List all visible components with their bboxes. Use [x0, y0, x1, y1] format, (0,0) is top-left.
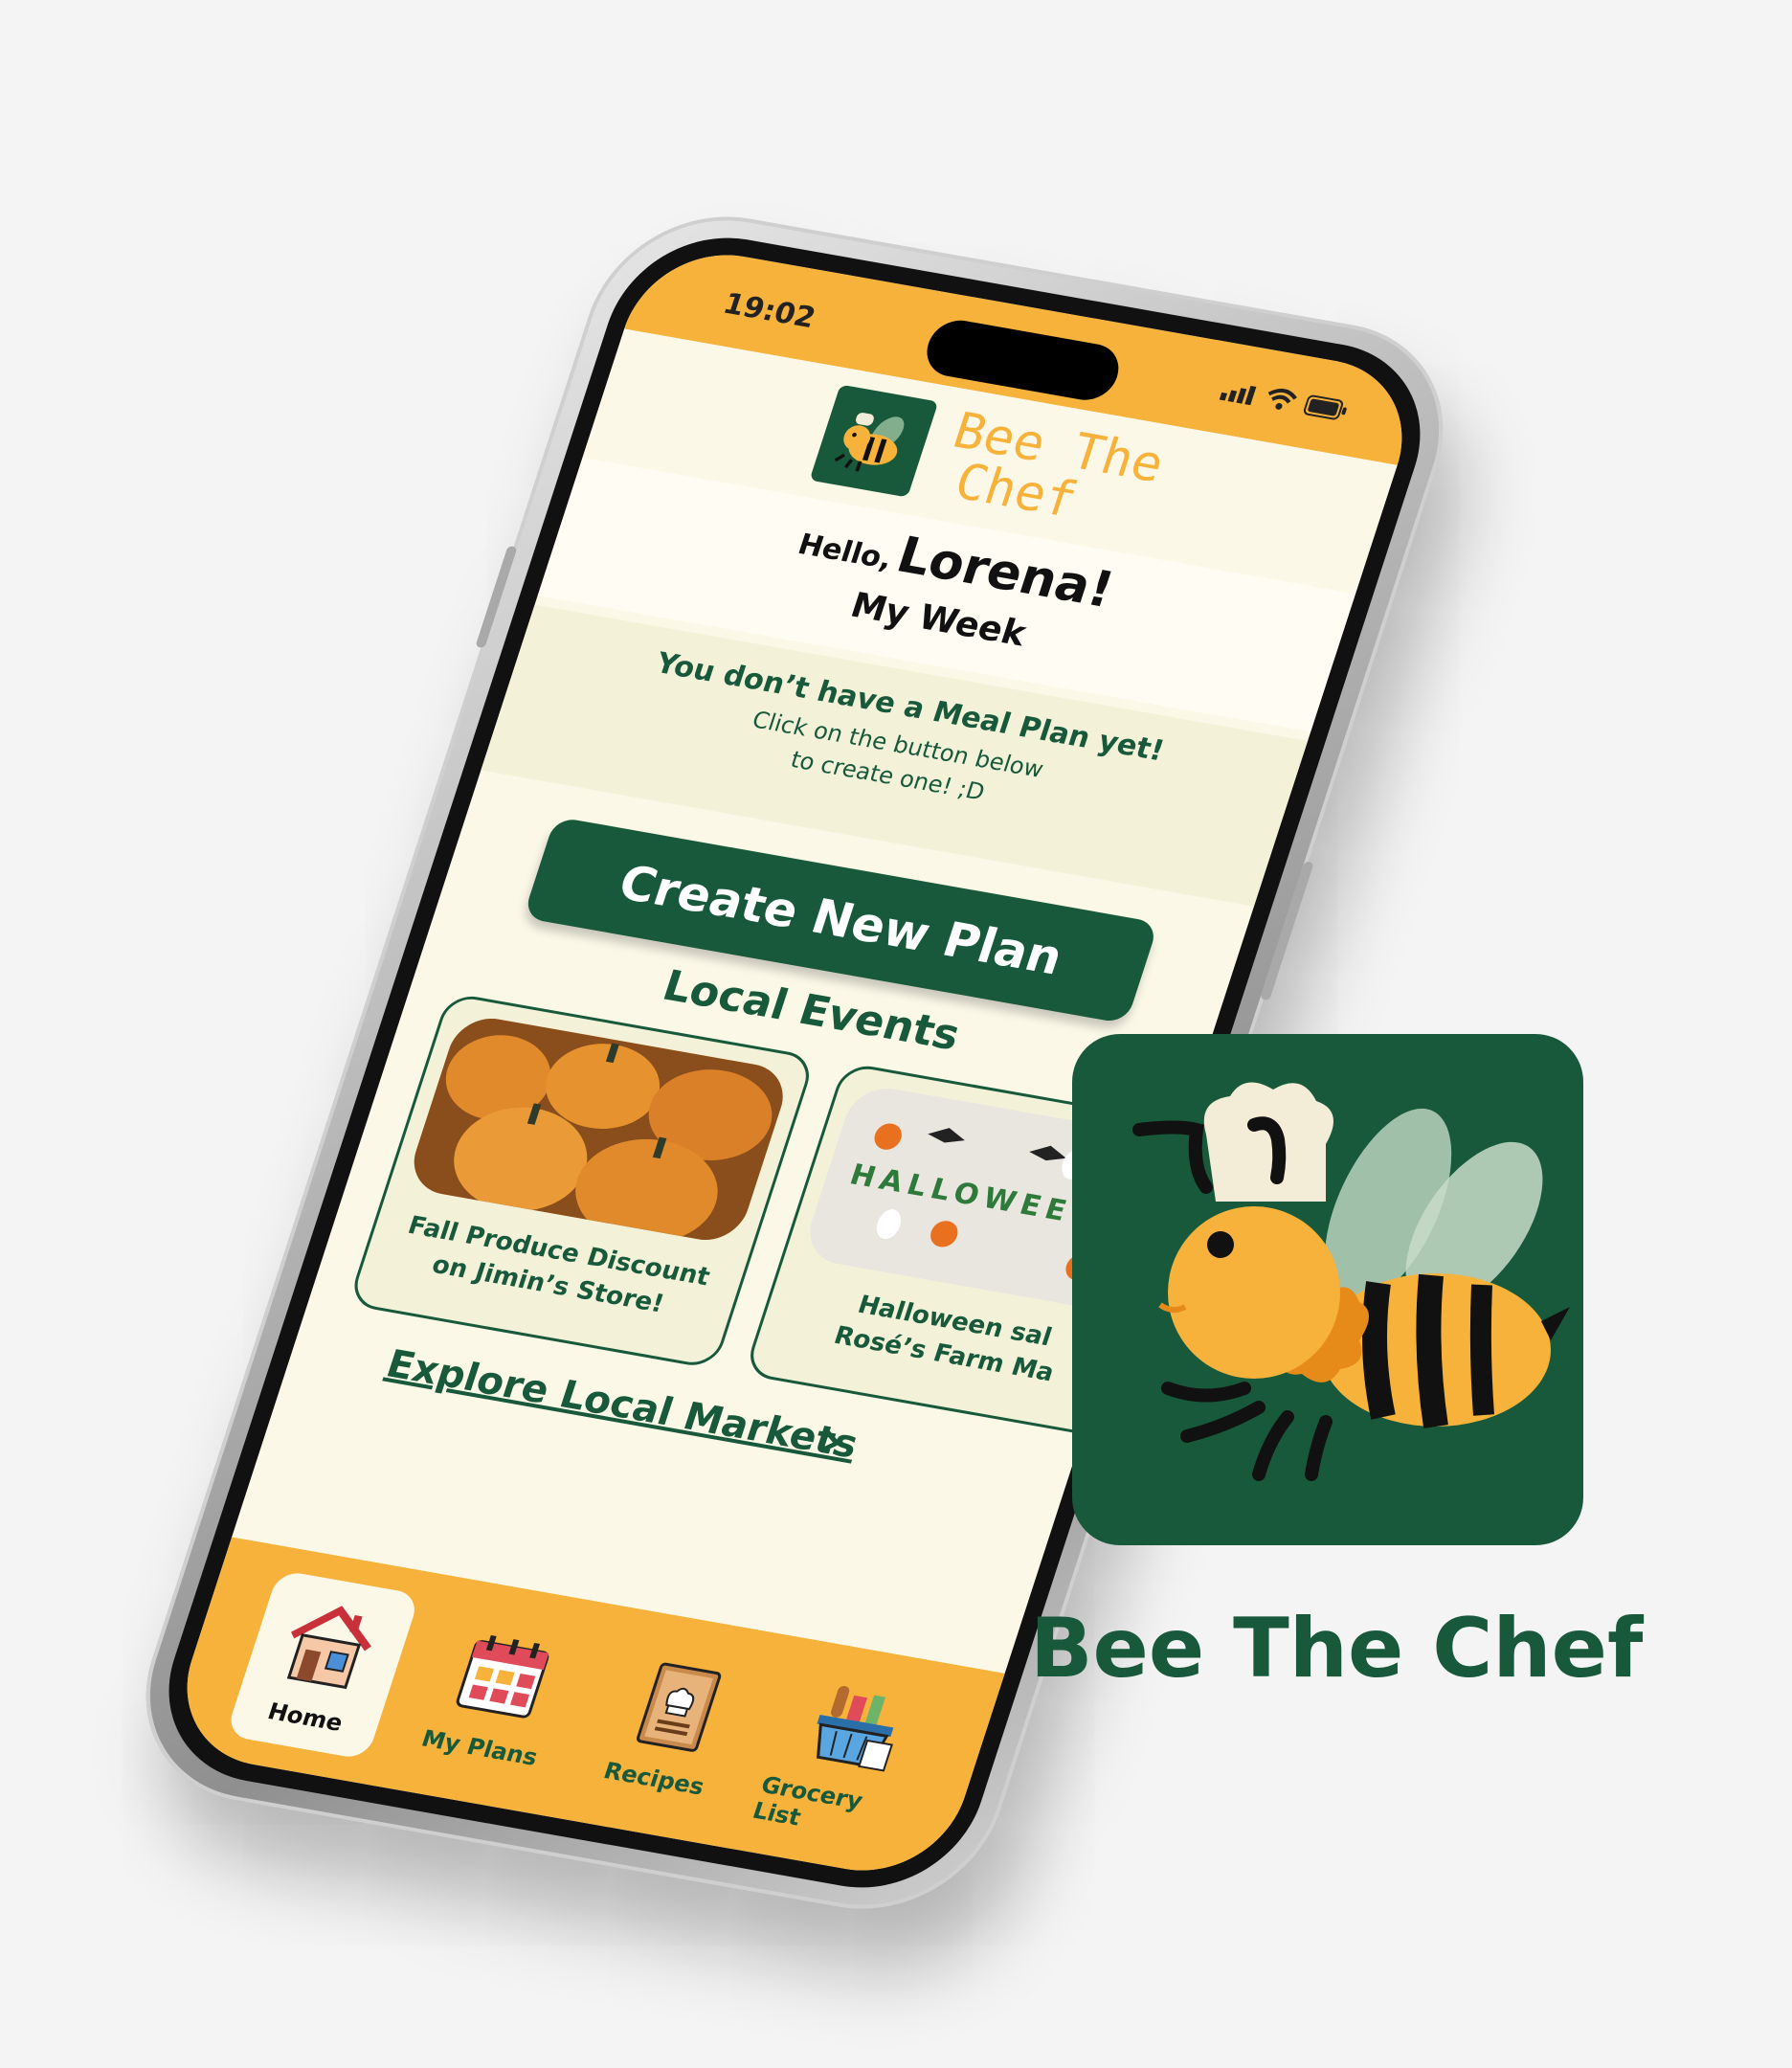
signal-icon	[1218, 379, 1260, 409]
tab-label: Grocery List	[749, 1771, 866, 1832]
header-title: Bee The Chef	[932, 402, 1172, 538]
status-time: 19:02	[719, 286, 820, 336]
greeting-hello: Hello,	[794, 528, 897, 576]
tab-grocery-list[interactable]: Grocery List	[748, 1662, 943, 1853]
bee-logo-icon[interactable]	[809, 384, 939, 498]
bee-chef-icon	[1132, 1082, 1570, 1481]
event-card[interactable]: Fall Produce Discount on Jimin’s Store!	[347, 992, 817, 1370]
pumpkins-image	[404, 1012, 794, 1247]
recipe-book-icon	[615, 1652, 740, 1765]
house-icon	[265, 1591, 391, 1703]
tab-recipes[interactable]: Recipes	[573, 1631, 769, 1822]
wifi-icon	[1261, 386, 1299, 416]
battery-icon	[1301, 394, 1350, 426]
tab-label: Home	[264, 1697, 347, 1737]
tab-home[interactable]: Home	[224, 1569, 420, 1761]
app-icon	[1072, 1034, 1583, 1545]
calendar-icon	[439, 1622, 565, 1734]
brand-name: Bee The Chef	[1030, 1601, 1644, 1697]
grocery-basket-icon	[793, 1671, 918, 1783]
tab-my-plans[interactable]: My Plans	[399, 1601, 594, 1791]
tab-label: Recipes	[600, 1757, 708, 1801]
status-icons	[1218, 378, 1351, 426]
